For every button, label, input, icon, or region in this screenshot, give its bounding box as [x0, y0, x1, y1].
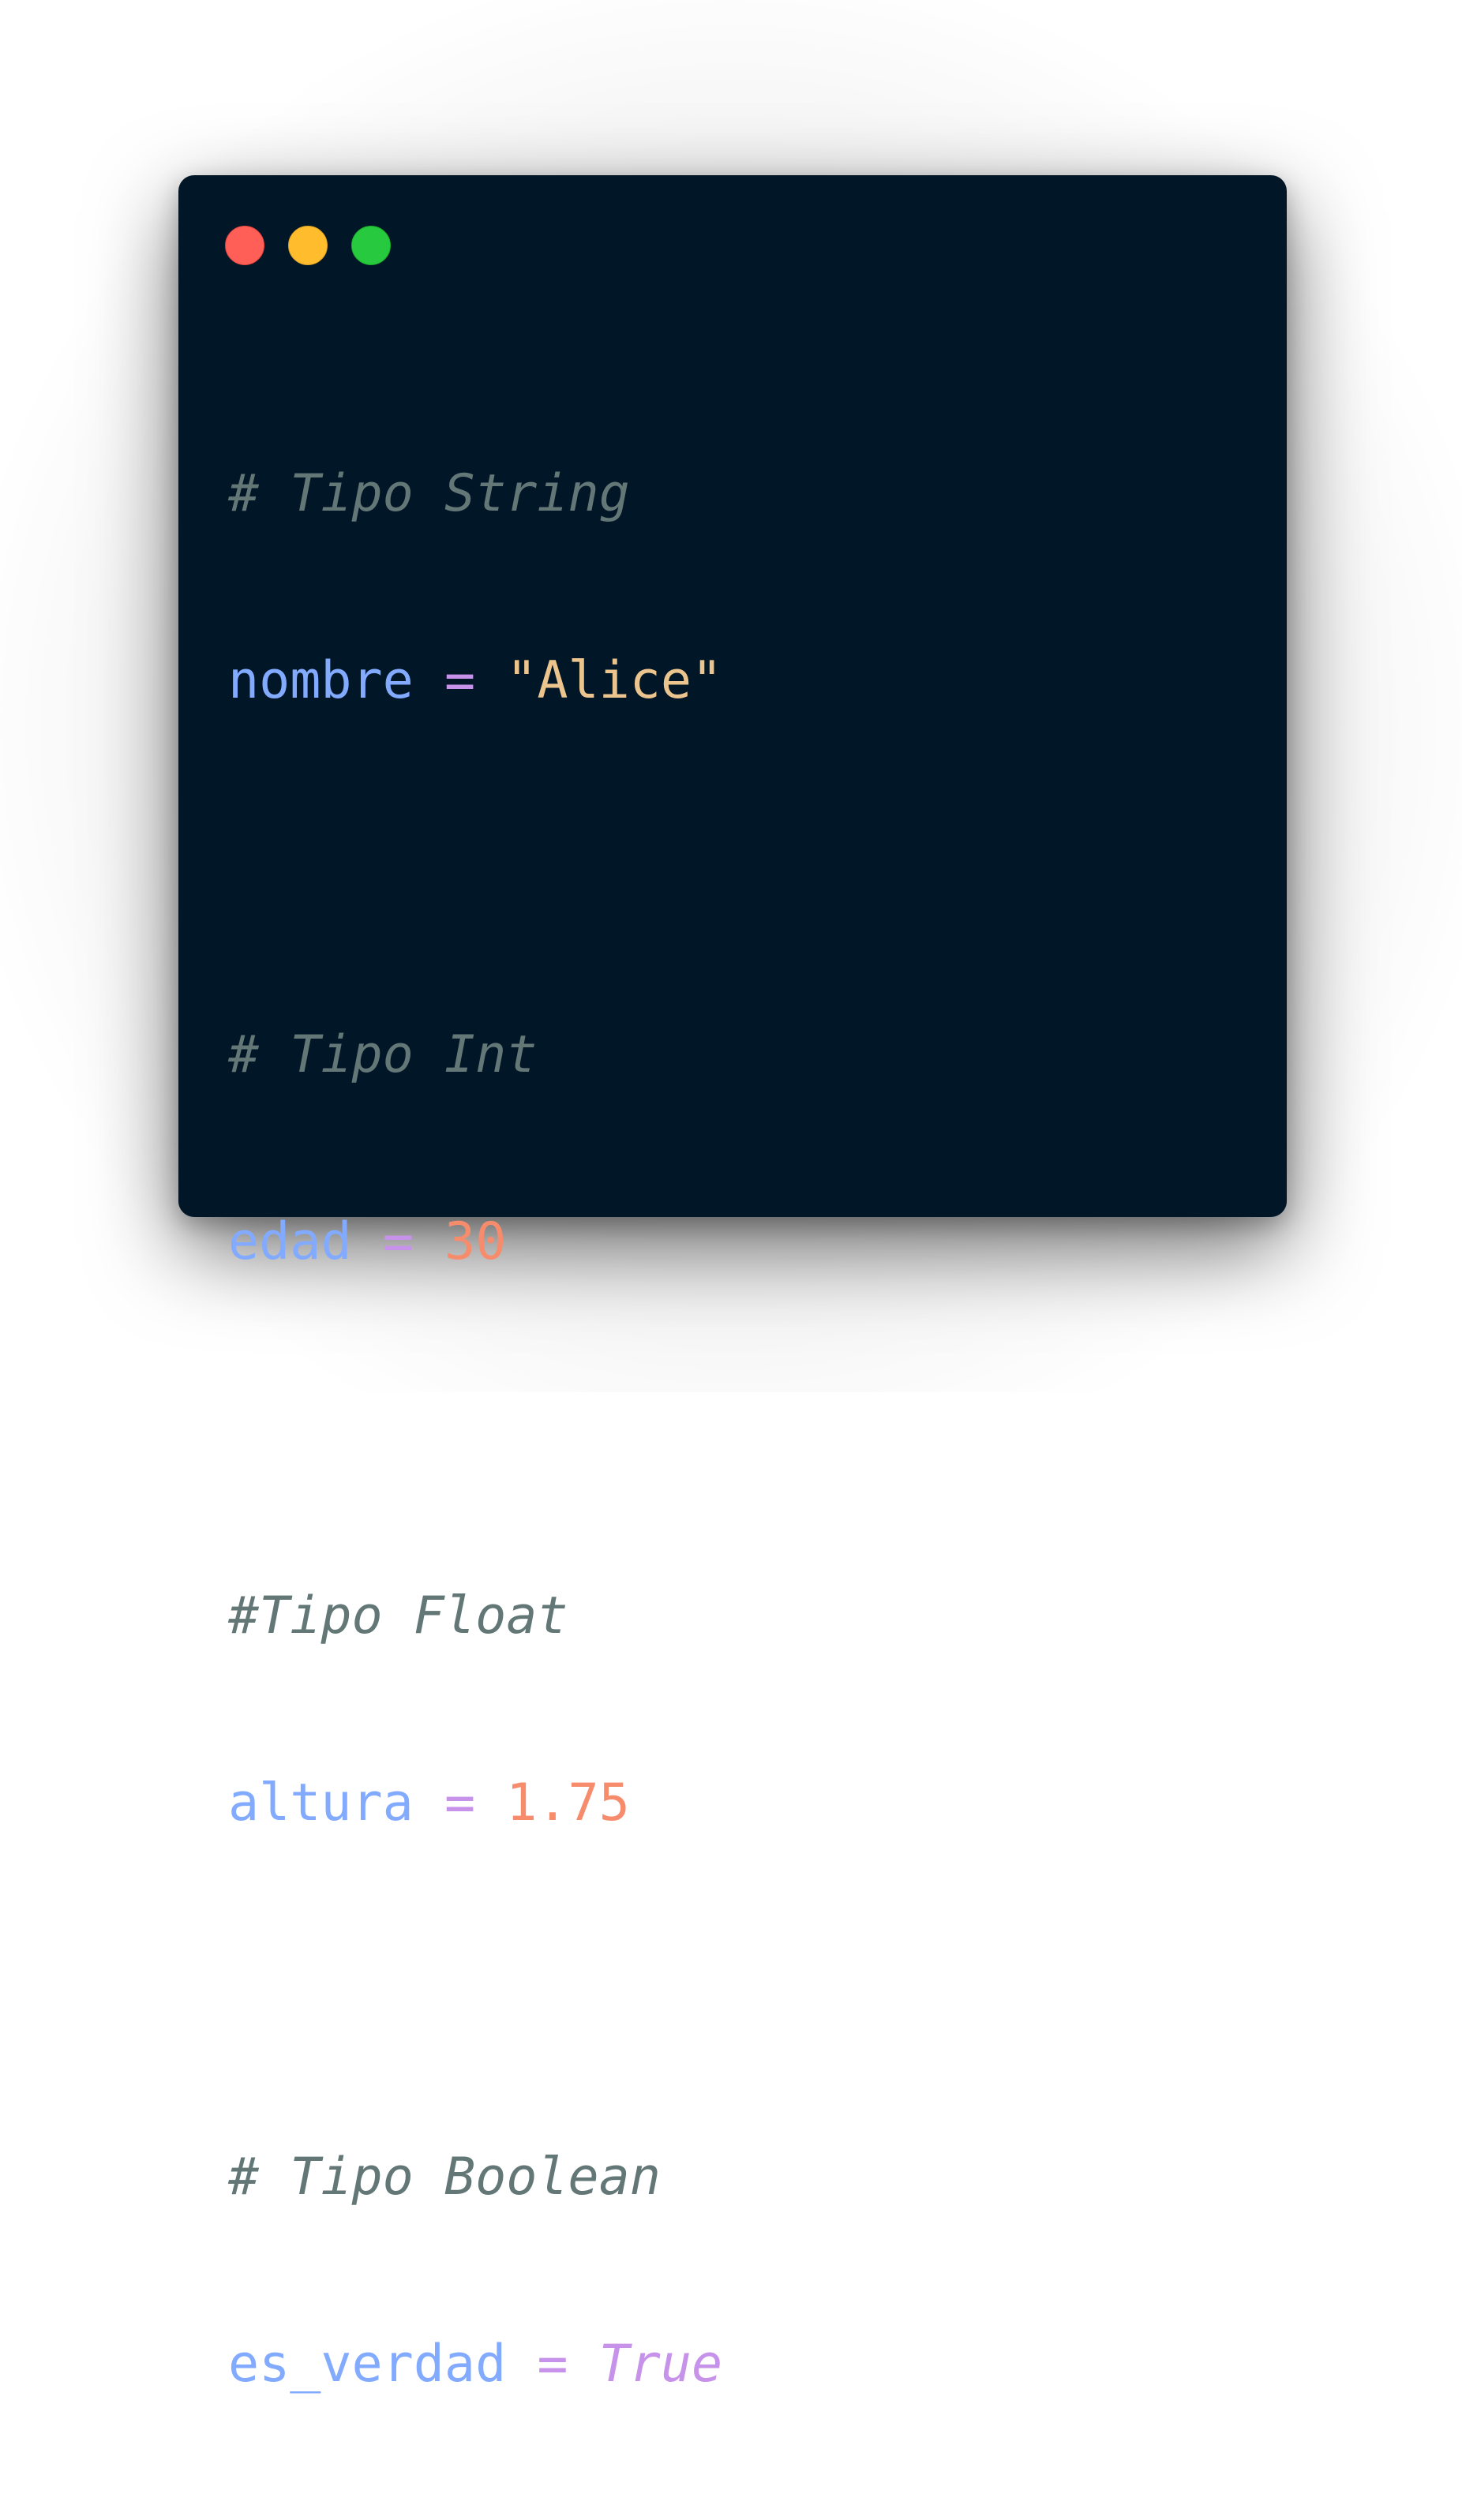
code-line-assignment: nombre = "Alice" — [228, 650, 722, 712]
code-line-comment: #Tipo Float — [228, 1585, 722, 1647]
comment: # Tipo String — [228, 464, 630, 523]
minimize-dot-icon[interactable] — [288, 226, 328, 265]
code-line-comment: # Tipo Int — [228, 1024, 722, 1086]
code-line-comment: # Tipo Boolean — [228, 2146, 722, 2208]
maximize-dot-icon[interactable] — [351, 226, 391, 265]
code-window: # Tipo String nombre = "Alice" # Tipo In… — [178, 175, 1287, 2394]
operator: = — [444, 1773, 476, 1833]
comment: # Tipo Int — [228, 1025, 538, 1084]
code-line-assignment: edad = 30 — [228, 1211, 722, 1273]
variable-name: altura — [228, 1773, 414, 1833]
string-literal: "Alice" — [506, 651, 723, 710]
variable-name: es_verdad — [228, 2335, 507, 2394]
close-dot-icon[interactable] — [225, 226, 264, 265]
boolean-literal: True — [598, 2335, 723, 2394]
operator: = — [444, 651, 476, 710]
number-literal: 1.75 — [506, 1773, 630, 1833]
comment: # Tipo Boolean — [228, 2147, 661, 2207]
window-controls — [225, 226, 391, 265]
code-line-comment: # Tipo String — [228, 462, 722, 525]
comment: #Tipo Float — [228, 1586, 568, 1646]
code-line-assignment: altura = 1.75 — [228, 1772, 722, 1834]
code-block: # Tipo String nombre = "Alice" # Tipo In… — [228, 338, 722, 2520]
number-literal: 30 — [444, 1212, 507, 1271]
code-line-assignment: es_verdad = True — [228, 2333, 722, 2395]
operator: = — [382, 1212, 414, 1271]
variable-name: nombre — [228, 651, 414, 710]
operator: = — [537, 2335, 568, 2394]
variable-name: edad — [228, 1212, 352, 1271]
